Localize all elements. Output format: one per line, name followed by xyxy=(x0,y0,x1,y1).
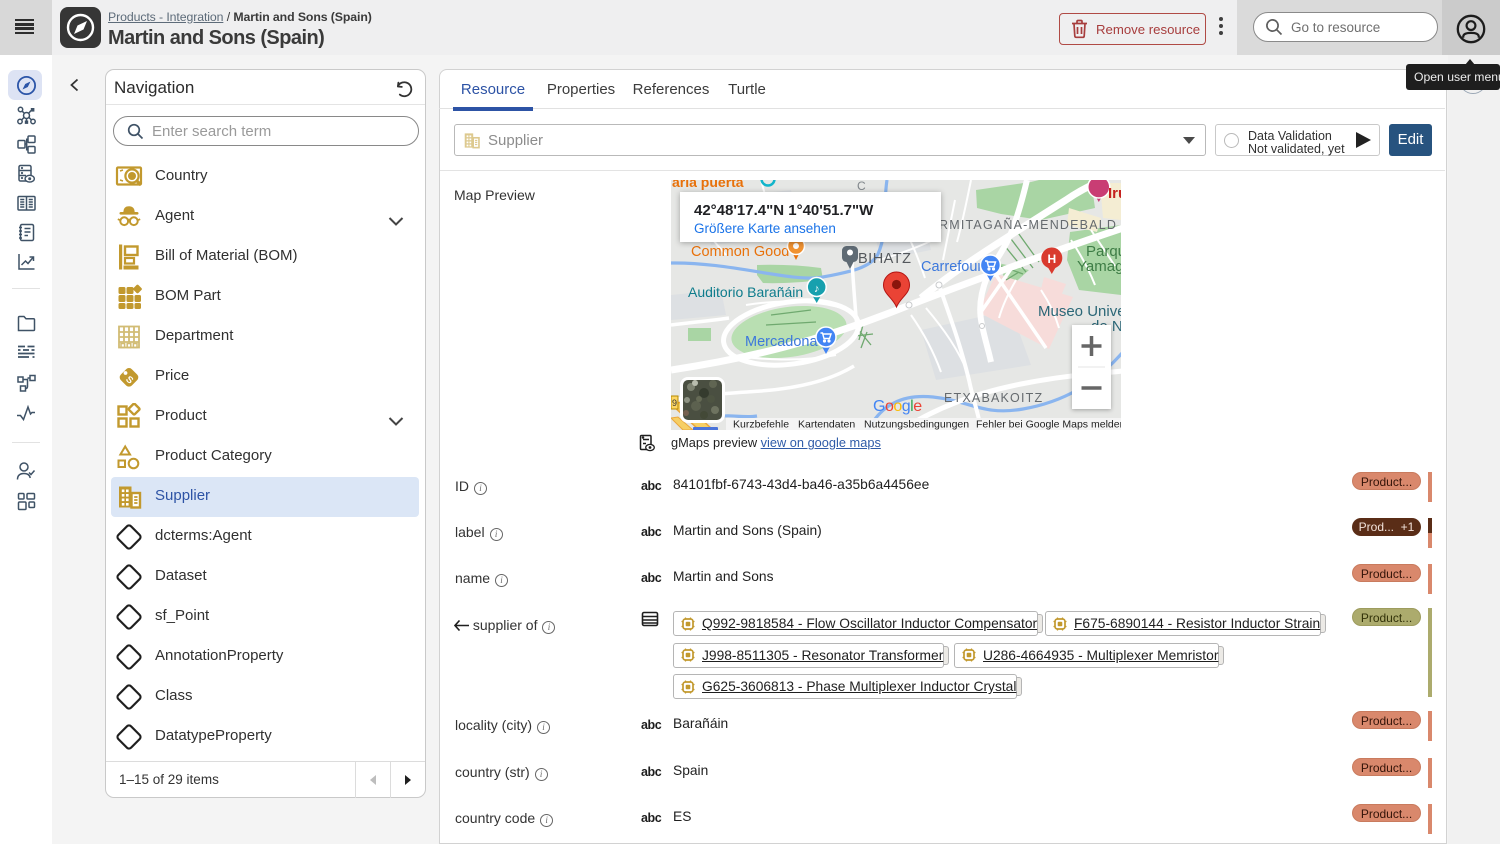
svg-text:Kurzbefehle: Kurzbefehle xyxy=(733,419,789,431)
svg-text:Größere Karte ansehen: Größere Karte ansehen xyxy=(694,221,836,236)
svg-text:BIHATZ: BIHATZ xyxy=(858,251,911,267)
svg-text:Yamagu: Yamagu xyxy=(1077,258,1121,275)
svg-text:RMITAGAÑA-MENDEBALD: RMITAGAÑA-MENDEBALD xyxy=(939,218,1117,232)
svg-text:Fehler bei Google Maps melden: Fehler bei Google Maps melden xyxy=(976,419,1121,431)
svg-text:C: C xyxy=(857,180,866,193)
svg-text:Auditorio Barañáin: Auditorio Barañáin xyxy=(688,284,803,300)
svg-text:H: H xyxy=(1047,252,1056,266)
svg-text:Iru: Iru xyxy=(1108,185,1121,202)
svg-text:9: 9 xyxy=(672,398,677,408)
svg-text:42°48'17.4"N 1°40'51.7"W: 42°48'17.4"N 1°40'51.7"W xyxy=(694,202,874,219)
svg-text:Common Good: Common Good xyxy=(691,244,789,260)
svg-text:Nutzungsbedingungen: Nutzungsbedingungen xyxy=(864,419,969,431)
svg-text:Carrefour: Carrefour xyxy=(921,259,982,275)
svg-text:Kartendaten: Kartendaten xyxy=(798,419,855,431)
svg-text:aría puerta: aría puerta xyxy=(672,180,744,190)
svg-text:♪: ♪ xyxy=(814,283,820,295)
svg-text:Google: Google xyxy=(873,398,922,415)
svg-text:Mercadona: Mercadona xyxy=(745,334,818,350)
svg-text:ETXABAKOITZ: ETXABAKOITZ xyxy=(944,391,1043,405)
